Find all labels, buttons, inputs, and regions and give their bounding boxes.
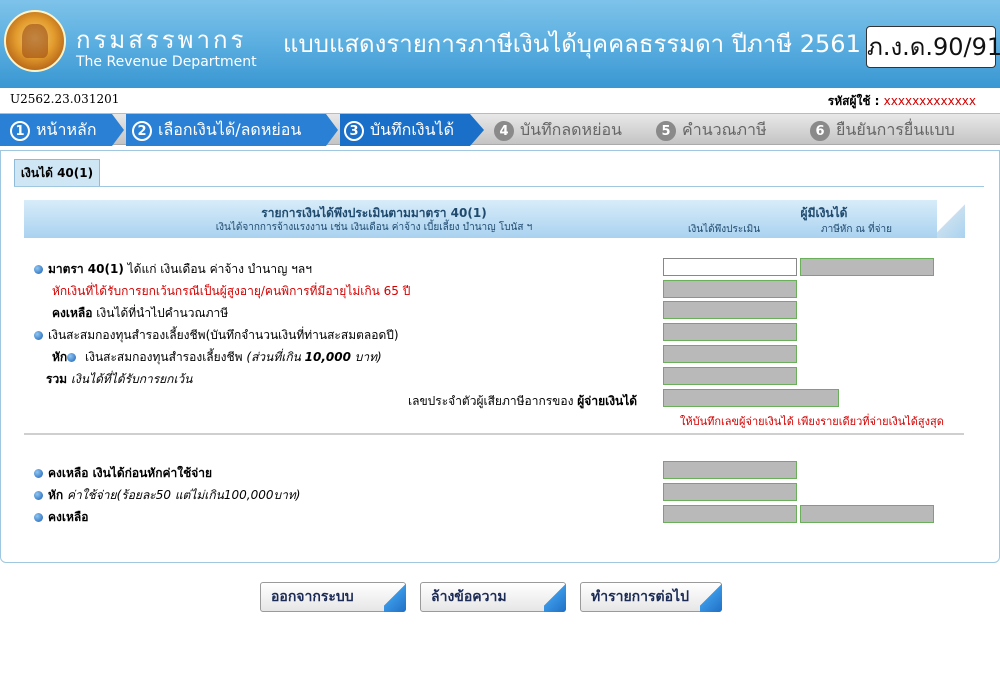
section-divider [24, 433, 964, 435]
table-header-subtitle: เงินได้จากการจ้างแรงงาน เช่น เงินเดือน ค… [215, 222, 533, 233]
row-label-bold: มาตรา 40(1) [48, 262, 124, 276]
logout-button-label: ออกจากระบบ [271, 589, 354, 605]
tab-divider [14, 186, 984, 187]
income-before-expense-field[interactable] [663, 461, 797, 479]
header-banner: กรมสรรพากร The Revenue Department แบบแสด… [0, 0, 1000, 88]
row-payer-taxid: เลขประจำตัวผู้เสียภาษีอากรของ ผู้จ่ายเงิ… [408, 392, 637, 411]
expense-deduction-field[interactable] [663, 483, 797, 501]
bullet-icon [67, 353, 77, 362]
total-exempt-field[interactable] [663, 367, 797, 385]
reference-code: U2562.23.031201 [10, 92, 120, 106]
step-number-icon: 4 [494, 120, 514, 141]
user-id-display: รหัสผู้ใช้ : xxxxxxxxxxxxx [828, 92, 976, 111]
bullet-icon [34, 491, 43, 500]
step-confirm-submit[interactable]: 6 ยืนยันการยื่นแบบ [810, 114, 980, 146]
row-label: เงินสะสมกองทุนสำรองเลี้ยงชีพ(บันทึกจำนวน… [48, 328, 399, 342]
row-income-before-expense: คงเหลือ เงินได้ก่อนหักค่าใช้จ่าย [34, 464, 212, 483]
bullet-icon [34, 469, 43, 478]
form-title: แบบแสดงรายการภาษีเงินได้บุคคลธรรมดา ปีภา… [283, 30, 861, 58]
row-section-40-1: มาตรา 40(1) ได้แก่ เงินเดือน ค่าจ้าง บำน… [34, 260, 312, 279]
column-header-assessable-income: เงินได้พึงประเมิน [688, 224, 761, 235]
step-record-deduction[interactable]: 4 บันทึกลดหย่อน [494, 114, 644, 146]
row-label-italic: เงินได้ที่ได้รับการยกเว้น [67, 372, 193, 386]
step-number-icon: 1 [10, 120, 30, 141]
button-corner-icon [700, 582, 722, 612]
row-label: เลขประจำตัวผู้เสียภาษีอากรของ [408, 394, 578, 408]
clear-button[interactable]: ล้างข้อความ [420, 582, 566, 612]
row-provident-excess: หัก เงินสะสมกองทุนสำรองเลี้ยงชีพ (ส่วนที… [52, 348, 382, 367]
step-label: หน้าหลัก [36, 120, 97, 139]
step-home[interactable]: 1 หน้าหลัก [0, 114, 112, 146]
progress-steps: 1 หน้าหลัก 2 เลือกเงินได้/ลดหย่อน 3 บันทึกเ… [0, 113, 1000, 146]
row-label: เงินสะสมกองทุนสำรองเลี้ยงชีพ [81, 350, 247, 364]
revenue-department-logo [4, 10, 66, 72]
next-button[interactable]: ทำรายการต่อไป [580, 582, 722, 612]
form-code-badge: ภ.ง.ด.90/91 [866, 26, 1000, 68]
step-select-income[interactable]: 2 เลือกเงินได้/ลดหย่อน [126, 114, 326, 146]
step-label: ยืนยันการยื่นแบบ [836, 120, 955, 139]
final-remaining-income-field[interactable] [663, 505, 797, 523]
withholding-40-1-field[interactable] [800, 258, 934, 276]
final-remaining-tax-field[interactable] [800, 505, 934, 523]
row-final-remaining: คงเหลือ [34, 508, 88, 527]
department-name-english: The Revenue Department [76, 54, 257, 70]
next-button-label: ทำรายการต่อไป [591, 589, 689, 605]
income-40-1-input[interactable] [663, 258, 797, 276]
row-label-italic: บาท) [350, 350, 382, 364]
logout-button[interactable]: ออกจากระบบ [260, 582, 406, 612]
row-label-amount: 10,000 [304, 350, 351, 364]
step-label: เลือกเงินได้/ลดหย่อน [158, 120, 302, 139]
button-corner-icon [384, 582, 406, 612]
row-label-italic: (ส่วนที่เกิน [246, 350, 305, 364]
bullet-icon [34, 513, 43, 522]
row-label-bold: รวม [46, 372, 68, 386]
step-calculate-tax[interactable]: 5 คำนวณภาษี [656, 114, 786, 146]
step-number-icon: 3 [344, 120, 364, 141]
step-label: บันทึกลดหย่อน [520, 120, 622, 139]
step-label: บันทึกเงินได้ [370, 120, 454, 139]
column-header-withholding-tax: ภาษีหัก ณ ที่จ่าย [821, 224, 893, 235]
payer-taxid-field[interactable] [663, 389, 839, 407]
row-total-exempt: รวม เงินได้ที่ได้รับการยกเว้น [46, 370, 193, 389]
clear-button-label: ล้างข้อความ [431, 589, 507, 605]
step-arrow-icon [112, 114, 124, 146]
provident-excess-field[interactable] [663, 345, 797, 363]
row-remaining-taxable: คงเหลือ เงินได้ที่นำไปคำนวณภาษี [52, 304, 228, 323]
step-label: คำนวณภาษี [682, 120, 767, 139]
step-number-icon: 5 [656, 120, 676, 141]
step-record-income[interactable]: 3 บันทึกเงินได้ [340, 114, 470, 146]
remaining-taxable-field[interactable] [663, 301, 797, 319]
row-provident-fund: เงินสะสมกองทุนสำรองเลี้ยงชีพ(บันทึกจำนวน… [34, 326, 399, 345]
payer-note: ให้บันทึกเลขผู้จ่ายเงินได้ เพียงรายเดียว… [680, 415, 944, 428]
row-label-bold: หัก [48, 488, 64, 502]
page-curl-decoration [937, 200, 965, 238]
row-elderly-exemption: หักเงินที่ได้รับการยกเว้นกรณีเป็นผู้สูงอ… [52, 284, 411, 298]
bullet-icon [34, 265, 43, 274]
row-label-bold: คงเหลือ เงินได้ก่อนหักค่าใช้จ่าย [48, 466, 213, 480]
row-label-bold: หัก [52, 350, 68, 364]
row-label-bold: คงเหลือ [48, 510, 89, 524]
row-expense-deduction: หัก ค่าใช้จ่าย(ร้อยละ50 แต่ไม่เกิน100,00… [34, 486, 300, 505]
step-number-icon: 6 [810, 120, 830, 141]
row-label-italic: ค่าใช้จ่าย(ร้อยละ50 แต่ไม่เกิน100,000บาท… [63, 488, 301, 502]
step-arrow-icon [326, 114, 338, 146]
user-id-label: รหัสผู้ใช้ : [827, 94, 880, 108]
bullet-icon [34, 331, 43, 340]
row-label-bold: ผู้จ่ายเงินได้ [577, 394, 638, 408]
table-header: รายการเงินได้พึงประเมินตามมาตรา 40(1) เง… [24, 200, 965, 238]
tab-income-40-1[interactable]: เงินได้ 40(1) [14, 159, 100, 187]
user-id-value: xxxxxxxxxxxxx [883, 94, 976, 108]
step-number-icon: 2 [132, 120, 152, 141]
button-corner-icon [544, 582, 566, 612]
row-label: ได้แก่ เงินเดือน ค่าจ้าง บำนาญ ฯลฯ [123, 262, 312, 276]
provident-fund-field[interactable] [663, 323, 797, 341]
step-arrow-icon [470, 114, 484, 146]
row-label-bold: คงเหลือ [52, 306, 93, 320]
row-label: เงินได้ที่นำไปคำนวณภาษี [92, 306, 229, 320]
elderly-exemption-field[interactable] [663, 280, 797, 298]
table-header-earner: ผู้มีเงินได้ [800, 206, 848, 220]
